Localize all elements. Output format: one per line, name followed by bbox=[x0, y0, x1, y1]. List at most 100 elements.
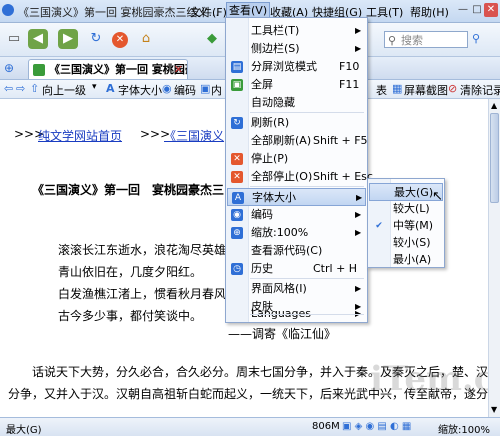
memory-usage: 806M bbox=[312, 421, 340, 432]
quickgroup-icon[interactable]: ◆ bbox=[202, 29, 222, 49]
submenu-arrow-icon: ▶ bbox=[356, 193, 363, 202]
scroll-up-icon[interactable]: ▲ bbox=[491, 101, 497, 110]
tab-active[interactable]: 《三国演义》第一回 宴桃园豪... ✕ bbox=[28, 59, 188, 79]
menu-item-icon: A bbox=[232, 192, 244, 204]
view-menu-item[interactable]: 自动隐藏 bbox=[227, 94, 366, 112]
clear-icon: ⊘ bbox=[448, 82, 458, 95]
table-button[interactable]: 表 bbox=[376, 82, 387, 98]
submenu-arrow-icon: ▶ bbox=[355, 228, 362, 237]
font-size-option[interactable]: 最小(A) bbox=[369, 251, 443, 269]
close-icon[interactable]: ✕ bbox=[484, 3, 498, 17]
font-size-button[interactable]: 字体大小 bbox=[118, 82, 162, 98]
menu-item-shortcut: Shift + Esc bbox=[313, 170, 373, 183]
menu-tools[interactable]: 工具(T) bbox=[366, 4, 403, 20]
menu-item-label: 自动隐藏 bbox=[251, 96, 295, 109]
chapter-heading: 《三国演义》第一回 宴桃园豪杰三 bbox=[32, 183, 225, 197]
menu-item-label: 界面风格(I) bbox=[251, 282, 307, 295]
menu-item-icon: ✕ bbox=[231, 153, 243, 165]
view-menu-item[interactable]: ⊕ 缩放:100% ▶ bbox=[227, 224, 366, 242]
refresh-icon[interactable]: ↻ bbox=[86, 29, 106, 49]
search-placeholder: 搜索 bbox=[401, 34, 423, 47]
font-size-submenu: 最大(G) 较大(L) ✔ 中等(M) 较小(S) 最小(A) ↖ bbox=[367, 178, 445, 268]
view-menu-item[interactable]: ↻ 刷新(R) bbox=[227, 114, 366, 132]
menu-item-label: 缩放:100% bbox=[251, 226, 309, 239]
new-tab-icon[interactable]: ⊕ bbox=[4, 61, 20, 75]
view-menu-item[interactable]: ✕ 全部停止(O) Shift + Esc bbox=[227, 168, 373, 186]
new-page-icon[interactable]: ▭ bbox=[4, 29, 24, 49]
menu-separator bbox=[250, 314, 364, 315]
menu-item-label: 全屏 bbox=[251, 78, 273, 91]
encoding-button[interactable]: 编码 bbox=[174, 82, 196, 98]
view-menu-item[interactable]: 侧边栏(S) ▶ bbox=[227, 40, 366, 58]
clear-history-button[interactable]: 清除记录 bbox=[460, 82, 500, 98]
forward-icon[interactable]: ▶ bbox=[58, 29, 78, 49]
maximize-icon[interactable]: □ bbox=[470, 3, 484, 17]
submenu-arrow-icon: ▶ bbox=[355, 210, 362, 219]
menu-item-label: 全部停止(O) bbox=[251, 170, 313, 183]
font-size-icon: A bbox=[106, 82, 115, 95]
inner-icon: ▣ bbox=[200, 82, 211, 95]
scroll-thumb[interactable] bbox=[490, 113, 499, 203]
nav-link-book[interactable]: 《三国演义 bbox=[164, 127, 224, 144]
view-menu-item[interactable]: ◷ 历史 Ctrl + H bbox=[227, 260, 366, 278]
home-icon[interactable]: ⌂ bbox=[136, 29, 156, 49]
menu-item-icon: ◷ bbox=[231, 263, 243, 275]
menu-item-label: 停止(P) bbox=[251, 152, 289, 165]
poem-line-2: 青山依旧在，几度夕阳红。 bbox=[58, 265, 203, 279]
menu-item-icon: ▤ bbox=[231, 61, 243, 73]
view-menu-item[interactable]: 查看源代码(C) bbox=[227, 242, 366, 260]
nav-link-home[interactable]: 纯文学网站首页 bbox=[38, 127, 122, 144]
menu-item-icon: ◉ bbox=[231, 209, 243, 221]
poem-line-3: 白发渔樵江渚上，惯看秋月春风 bbox=[58, 287, 227, 301]
menu-item-label: 字体大小 bbox=[252, 191, 296, 204]
status-icons[interactable]: ▣ ◈ ◉ ▤ ◐ ▦ bbox=[342, 421, 411, 432]
view-menu-item[interactable]: ◉ 编码 ▶ bbox=[227, 206, 366, 224]
view-menu-item[interactable]: ▤ 分屏浏览模式 F10 bbox=[227, 58, 366, 76]
font-size-option-label: 较大(L) bbox=[393, 202, 430, 215]
menu-file[interactable]: 文件(F) bbox=[190, 4, 227, 20]
menu-item-icon: ↻ bbox=[231, 117, 243, 129]
status-text: 最大(G) bbox=[6, 425, 42, 436]
encoding-icon: ◉ bbox=[162, 82, 172, 95]
font-size-option[interactable]: ✔ 中等(M) bbox=[369, 217, 443, 235]
zoom-level[interactable]: 缩放:100% bbox=[438, 421, 490, 436]
menu-item-icon: ▣ bbox=[231, 79, 243, 91]
inner-button[interactable]: 内 bbox=[211, 82, 222, 98]
font-size-option[interactable]: 较小(S) bbox=[369, 234, 443, 252]
font-size-option-label: 最小(A) bbox=[393, 253, 432, 266]
scroll-down-icon[interactable]: ▼ bbox=[491, 405, 497, 414]
view-menu-item[interactable]: ✕ 停止(P) bbox=[227, 150, 366, 168]
screenshot-icon: ▦ bbox=[392, 82, 403, 95]
poem-line-1: 滚滚长江东逝水，浪花淘尽英雄 bbox=[58, 243, 227, 257]
up-level-button[interactable]: 向上一级 bbox=[42, 82, 86, 98]
checkmark-icon: ✔ bbox=[375, 221, 383, 231]
menu-item-label: 编码 bbox=[251, 208, 273, 221]
search-input[interactable]: ⚲ 搜索 bbox=[384, 31, 468, 48]
nav-left-icon[interactable]: ⇦ bbox=[4, 82, 13, 95]
view-menu-item[interactable]: 工具栏(T) ▶ bbox=[227, 22, 366, 40]
menu-item-label: 分屏浏览模式 bbox=[251, 60, 317, 73]
stop-icon[interactable]: ✕ bbox=[110, 29, 130, 49]
page-favicon-icon bbox=[33, 64, 45, 76]
minimize-icon[interactable]: — bbox=[456, 3, 470, 17]
view-menu-item[interactable]: A 字体大小 ▶ bbox=[227, 188, 366, 206]
vertical-scrollbar[interactable]: ▲ ▼ bbox=[488, 99, 500, 417]
search-go-icon[interactable]: ⚲ bbox=[472, 32, 480, 45]
view-menu-item[interactable]: 全部刷新(A) Shift + F5 bbox=[227, 132, 368, 150]
tab-close-icon[interactable]: ✕ bbox=[174, 60, 183, 79]
screenshot-button[interactable]: 屏幕截图 bbox=[404, 82, 448, 98]
poem-line-4: 古今多少事，都付笑谈中。 bbox=[58, 309, 203, 323]
menu-item-shortcut: F11 bbox=[339, 78, 360, 91]
back-icon[interactable]: ◀ bbox=[28, 29, 48, 49]
view-menu: 工具栏(T) ▶ 侧边栏(S) ▶ ▤ 分屏浏览模式 F10 ▣ 全屏 F11 自动隐藏 ↻ 刷新(R)… bbox=[225, 17, 373, 323]
dropdown-icon[interactable]: ▾ bbox=[92, 82, 97, 92]
up-icon: ⇧ bbox=[30, 82, 40, 95]
nav-right-icon[interactable]: ⇨ bbox=[16, 82, 25, 95]
menu-item-icon: ⊕ bbox=[231, 227, 243, 239]
menu-item-label: 全部刷新(A) bbox=[251, 134, 312, 147]
menu-help[interactable]: 帮助(H) bbox=[410, 4, 449, 20]
view-menu-item[interactable]: ▣ 全屏 F11 bbox=[227, 76, 366, 94]
mouse-cursor-icon: ↖ bbox=[432, 189, 443, 204]
view-menu-item[interactable]: 界面风格(I) ▶ bbox=[227, 280, 366, 298]
search-icon: ⚲ bbox=[388, 34, 397, 47]
